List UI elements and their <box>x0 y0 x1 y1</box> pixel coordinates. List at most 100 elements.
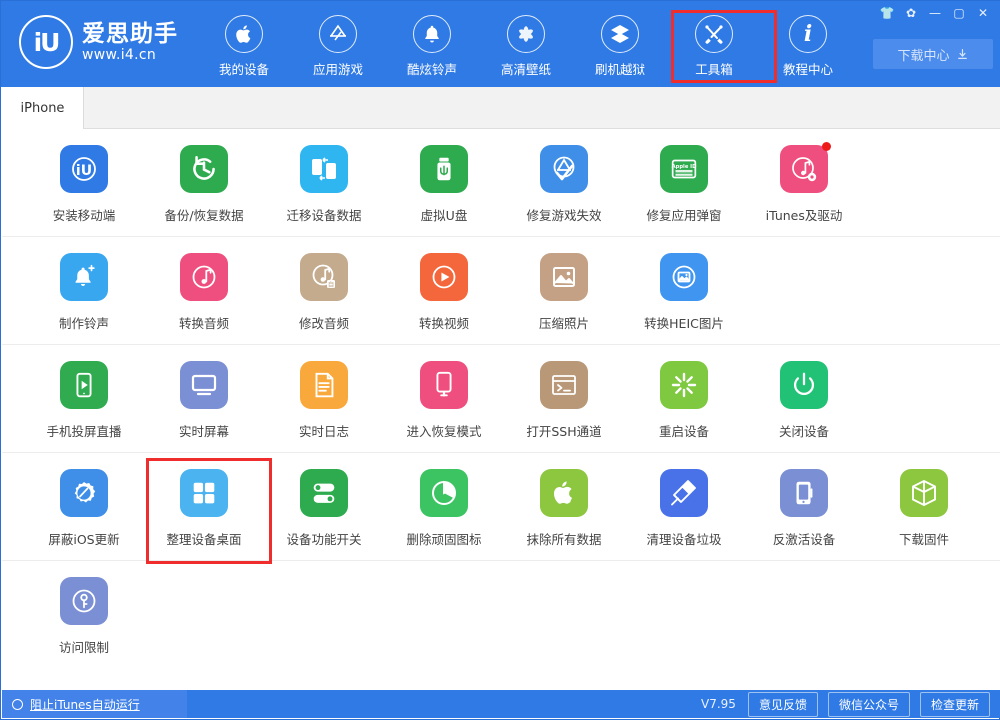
tool-block-ios-update[interactable]: 屏蔽iOS更新 <box>24 453 144 560</box>
tool-edit-audio[interactable]: 自 修改音频 <box>264 237 384 344</box>
tool-power-off[interactable]: 关闭设备 <box>744 345 864 452</box>
tool-label: 进入恢复模式 <box>406 421 481 440</box>
footer-actions: V7.95 意见反馈 微信公众号 检查更新 <box>701 690 990 718</box>
nav-item-flash-jailbreak[interactable]: 刷机越狱 <box>573 11 667 79</box>
tool-make-ringtone[interactable]: 制作铃声 <box>24 237 144 344</box>
tool-fix-app-popup[interactable]: Apple ID 修复应用弹窗 <box>624 129 744 236</box>
tool-convert-video[interactable]: 转换视频 <box>384 237 504 344</box>
shirt-icon[interactable]: 👕 <box>875 4 899 22</box>
nav-item-wallpaper[interactable]: 高清壁纸 <box>479 11 573 79</box>
nav-item-tutorial[interactable]: i 教程中心 <box>761 11 855 79</box>
tool-remove-stubborn-icon[interactable]: 删除顽固图标 <box>384 453 504 560</box>
app-window: iU 爱思助手 www.i4.cn 我的设备 <box>0 0 1000 720</box>
radio-icon[interactable] <box>12 699 23 710</box>
fix-game-icon <box>540 145 588 193</box>
ssh-terminal-icon <box>540 361 588 409</box>
nav-item-ringtones[interactable]: 酷炫铃声 <box>385 11 479 79</box>
tool-live-log[interactable]: 实时日志 <box>264 345 384 452</box>
nav-label: 应用游戏 <box>313 59 363 78</box>
check-update-button[interactable]: 检查更新 <box>920 692 990 717</box>
tab-iphone[interactable]: iPhone <box>2 87 84 129</box>
feature-toggle-icon <box>300 469 348 517</box>
tool-label: 转换音频 <box>179 313 229 332</box>
minimize-icon[interactable]: — <box>923 4 947 22</box>
screen-cast-icon <box>60 361 108 409</box>
clean-junk-icon <box>660 469 708 517</box>
svg-text:iU: iU <box>76 163 92 179</box>
maximize-icon[interactable]: ▢ <box>947 4 971 22</box>
nav-item-apps-games[interactable]: 应用游戏 <box>291 11 385 79</box>
tool-download-firmware[interactable]: 下载固件 <box>864 453 984 560</box>
live-screen-icon <box>180 361 228 409</box>
tool-label: 虚拟U盘 <box>421 205 468 224</box>
nav-item-my-device[interactable]: 我的设备 <box>197 11 291 79</box>
nav-label: 工具箱 <box>695 59 733 78</box>
logo-subtitle: www.i4.cn <box>82 48 178 63</box>
block-itunes-toggle[interactable]: 阻止iTunes自动运行 <box>2 690 187 718</box>
toolbox-grid: iU 安装移动端 备份/恢复数据 <box>2 129 1000 692</box>
remove-icon-icon <box>420 469 468 517</box>
app-logo[interactable]: iU 爱思助手 www.i4.cn <box>19 15 178 69</box>
tool-deactivate-device[interactable]: 反激活设备 <box>744 453 864 560</box>
main-nav: 我的设备 应用游戏 <box>197 11 855 79</box>
version-label: V7.95 <box>701 697 736 711</box>
tool-migrate-data[interactable]: 迁移设备数据 <box>264 129 384 236</box>
tool-virtual-usb[interactable]: 虚拟U盘 <box>384 129 504 236</box>
tool-label: 压缩照片 <box>539 313 589 332</box>
toolbox-row: iU 安装移动端 备份/恢复数据 <box>2 129 1000 237</box>
tool-label: 修复游戏失效 <box>526 205 601 224</box>
tool-label: iTunes及驱动 <box>766 205 843 224</box>
app-header: iU 爱思助手 www.i4.cn 我的设备 <box>1 1 1000 87</box>
tool-backup-restore[interactable]: 备份/恢复数据 <box>144 129 264 236</box>
tool-label: 安装移动端 <box>53 205 116 224</box>
feedback-button[interactable]: 意见反馈 <box>748 692 818 717</box>
tool-label: 打开SSH通道 <box>526 421 601 440</box>
tool-install-mobile[interactable]: iU 安装移动端 <box>24 129 144 236</box>
tool-fix-game[interactable]: 修复游戏失效 <box>504 129 624 236</box>
download-center-button[interactable]: 下载中心 <box>873 39 993 69</box>
tool-label: 修改音频 <box>299 313 349 332</box>
download-icon <box>956 48 969 61</box>
tool-feature-toggle[interactable]: 设备功能开关 <box>264 453 384 560</box>
toolbox-row: 手机投屏直播 实时屏幕 <box>2 345 1000 453</box>
erase-all-icon <box>540 469 588 517</box>
window-controls: 👕 ✿ — ▢ ✕ <box>875 4 995 22</box>
nav-item-toolbox[interactable]: 工具箱 <box>667 11 761 79</box>
tool-label: 修复应用弹窗 <box>646 205 721 224</box>
tool-clean-junk[interactable]: 清理设备垃圾 <box>624 453 744 560</box>
close-icon[interactable]: ✕ <box>971 4 995 22</box>
tool-screen-cast[interactable]: 手机投屏直播 <box>24 345 144 452</box>
tool-reboot-device[interactable]: 重启设备 <box>624 345 744 452</box>
tool-access-restrict[interactable]: 访问限制 <box>24 561 144 668</box>
edit-audio-icon: 自 <box>300 253 348 301</box>
toolbox-row: 制作铃声 转换音频 <box>2 237 1000 345</box>
recovery-mode-icon <box>420 361 468 409</box>
convert-audio-icon <box>180 253 228 301</box>
svg-text:自: 自 <box>328 280 335 289</box>
tool-label: 整理设备桌面 <box>166 529 241 548</box>
live-log-icon <box>300 361 348 409</box>
tool-live-screen[interactable]: 实时屏幕 <box>144 345 264 452</box>
tool-recovery-mode[interactable]: 进入恢复模式 <box>384 345 504 452</box>
tool-compress-photo[interactable]: 压缩照片 <box>504 237 624 344</box>
download-firmware-icon <box>900 469 948 517</box>
nav-label: 酷炫铃声 <box>407 59 457 78</box>
tool-itunes-driver[interactable]: iTunes及驱动 <box>744 129 864 236</box>
tool-ssh-channel[interactable]: 打开SSH通道 <box>504 345 624 452</box>
logo-mark-icon: iU <box>19 15 73 69</box>
gear-icon[interactable]: ✿ <box>899 4 923 22</box>
tool-label: 手机投屏直播 <box>46 421 121 440</box>
tool-convert-audio[interactable]: 转换音频 <box>144 237 264 344</box>
tool-convert-heic[interactable]: 转换HEIC图片 <box>624 237 744 344</box>
power-off-icon <box>780 361 828 409</box>
tool-erase-all-data[interactable]: 抹除所有数据 <box>504 453 624 560</box>
tool-label: 备份/恢复数据 <box>164 205 243 224</box>
notification-badge <box>822 142 831 151</box>
access-restrict-icon <box>60 577 108 625</box>
bell-icon <box>413 15 451 53</box>
tool-organize-desktop[interactable]: 整理设备桌面 <box>144 453 264 560</box>
flash-box-icon <box>601 15 639 53</box>
wechat-button[interactable]: 微信公众号 <box>828 692 910 717</box>
block-ios-update-icon <box>60 469 108 517</box>
tool-label: 设备功能开关 <box>286 529 361 548</box>
